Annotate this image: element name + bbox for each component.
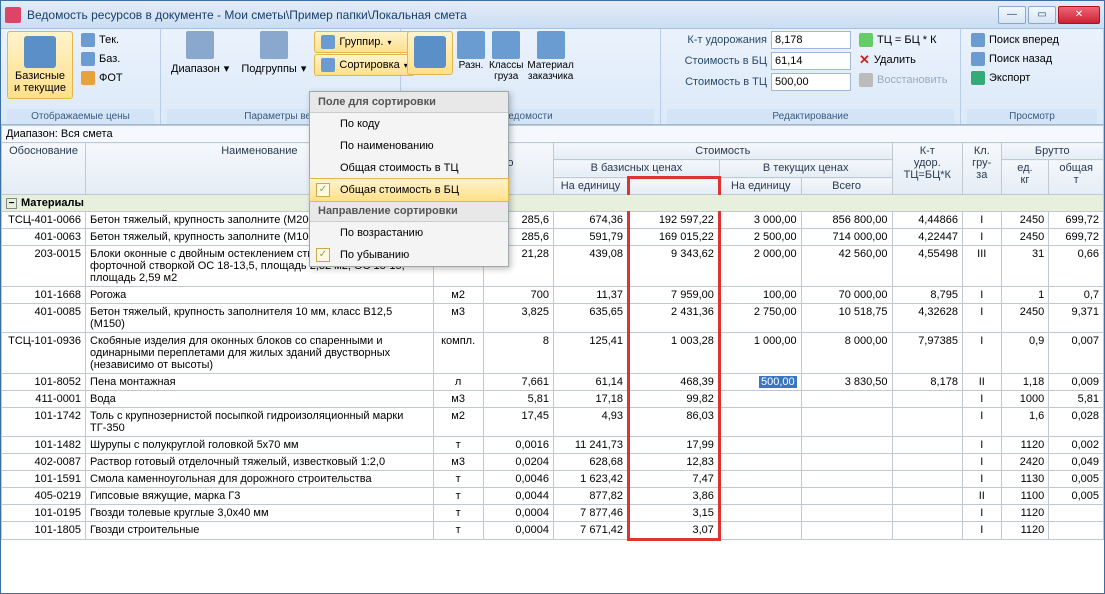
col-kl[interactable]: Кл. гру- за [962,143,1001,195]
table-row[interactable]: 405-0219Гипсовые вяжущие, марка Г3т0,004… [2,488,1104,505]
sort-menu: Поле для сортировки По коду По наименова… [309,91,509,267]
close-button[interactable]: ✕ [1058,6,1100,24]
col-brutto[interactable]: Брутто [1001,143,1103,160]
restore-button: Восстановить [855,71,951,89]
table-row[interactable]: 401-0063Бетон тяжелый, крупность заполни… [2,229,1104,246]
sttc-input[interactable] [771,73,851,91]
sort-by-code[interactable]: По коду [310,113,508,135]
range-button[interactable]: Диапазон▾ [167,60,233,77]
col-code[interactable]: Обоснование [2,143,86,195]
subgroup-icon [260,31,288,59]
menu-header: Направление сортировки [310,201,508,222]
table-row[interactable]: 411-0001Водам35,8117,1899,82I10005,81 [2,391,1104,408]
table-row[interactable]: 402-0087Раствор готовый отделочный тяжел… [2,454,1104,471]
table-row[interactable]: 101-1805Гвозди строительныет0,00047 671,… [2,522,1104,540]
search-icon [971,33,985,47]
group-label: Отображаемые цены [7,109,154,124]
undo-icon [859,73,873,87]
export-button[interactable]: Экспорт [967,69,1063,87]
search-icon [971,52,985,66]
subgroups-button[interactable]: Подгруппы▾ [237,60,310,77]
find-forward-button[interactable]: Поиск вперед [967,31,1063,49]
table-row[interactable]: 101-1482Шурупы с полукруглой головкой 5х… [2,437,1104,454]
col-cost[interactable]: Стоимость [554,143,893,160]
maximize-button[interactable]: ▭ [1028,6,1056,24]
titlebar: Ведомость ресурсов в документе - Мои сме… [1,1,1104,29]
sort-dropdown[interactable]: Сортировка▾ [314,54,414,76]
material-icon [537,31,565,59]
color-icon [457,31,485,59]
sort-desc[interactable]: ✓По убыванию [310,244,508,266]
table-row[interactable]: ТСЦ-101-0936Скобяные изделия для оконных… [2,333,1104,374]
table-row[interactable]: 101-8052Пена монтажнаял7,66161,14468,395… [2,374,1104,391]
stbc-input[interactable] [771,52,851,70]
formula-button[interactable]: ТЦ = БЦ * К [855,31,951,49]
base-current-button[interactable]: Базисные и текущие [7,31,73,99]
sort-icon [321,58,335,72]
minimize-button[interactable]: — [998,6,1026,24]
ktud-input[interactable] [771,31,851,49]
check-icon: ✓ [316,248,330,262]
range-icon [186,31,214,59]
group-dropdown[interactable]: Группир.▾ [314,31,414,53]
class-icon [492,31,520,59]
table-row[interactable]: 101-1591Смола каменноугольная для дорожн… [2,471,1104,488]
range-label: Диапазон: Вся смета [2,126,1104,143]
check-icon: ✓ [316,183,330,197]
tek-button[interactable]: Тек. [77,31,127,49]
table-row[interactable]: 203-0015Блоки оконные с двойным остеклен… [2,246,1104,287]
fot-button[interactable]: ФОТ [77,69,127,87]
window-title: Ведомость ресурсов в документе - Мои сме… [27,8,998,22]
sort-by-name[interactable]: По наименованию [310,135,508,157]
app-icon [5,7,21,23]
data-grid[interactable]: Диапазон: Вся смета Обоснование Наименов… [1,125,1104,593]
sort-asc[interactable]: По возрастанию [310,222,508,244]
toggle1-button[interactable] [407,31,453,75]
baz-button[interactable]: Баз. [77,50,127,68]
excel-icon [971,71,985,85]
sort-total-bc[interactable]: ✓Общая стоимость в БЦ [309,178,509,202]
section-row[interactable]: −Материалы [2,195,1104,212]
table-row[interactable]: 401-0085Бетон тяжелый, крупность заполни… [2,304,1104,333]
group-icon [321,35,335,49]
table-row[interactable]: 101-1668Рогожам270011,377 959,00100,0070… [2,287,1104,304]
menu-header: Поле для сортировки [310,92,508,113]
group-label: Просмотр [967,109,1097,124]
ribbon: Базисные и текущие Тек. Баз. ФОТ Отображ… [1,29,1104,125]
table-row[interactable]: ТСЦ-401-0066Бетон тяжелый, крупность зап… [2,212,1104,229]
doc-icon [81,33,95,47]
col-kt[interactable]: К-т удор. ТЦ=БЦ*К [892,143,962,195]
table-row[interactable]: 101-1742Толь с крупнозернистой посыпкой … [2,408,1104,437]
formula-icon [859,33,873,47]
btn-label: Базисные и текущие [14,70,66,94]
sort-total-tc[interactable]: Общая стоимость в ТЦ [310,157,508,179]
doc-icon [81,52,95,66]
delete-button[interactable]: ✕Удалить [855,50,951,70]
x-icon: ✕ [859,52,870,68]
group-label: Редактирование [667,109,954,124]
collapse-icon[interactable]: − [6,198,17,209]
find-back-button[interactable]: Поиск назад [967,50,1063,68]
table-row[interactable]: 101-0195Гвозди толевые круглые 3,0х40 мм… [2,505,1104,522]
coin-icon [81,71,95,85]
